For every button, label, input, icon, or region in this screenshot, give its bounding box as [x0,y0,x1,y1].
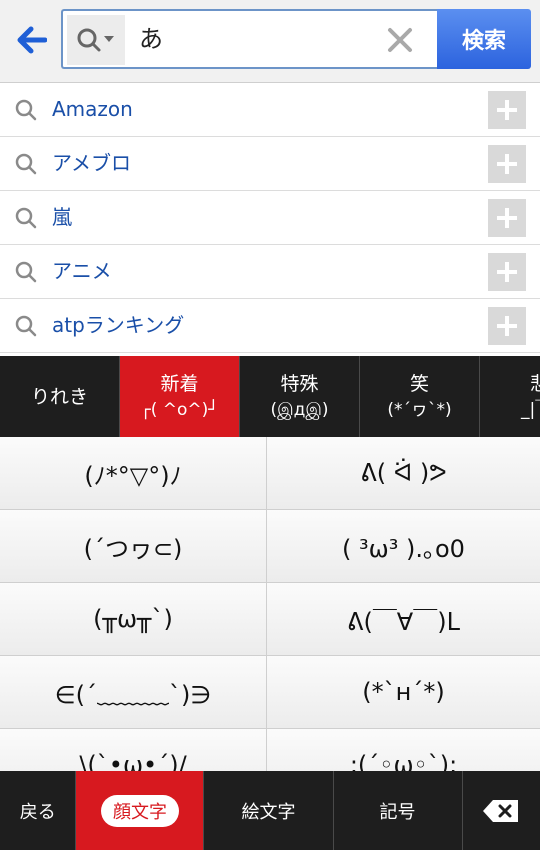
tab-emoji[interactable]: 絵文字 [204,771,334,850]
search-field[interactable]: あ [61,9,437,69]
kaomoji-cell[interactable]: ( ³ω³ ).｡o0 [267,510,540,583]
kaomoji-cell[interactable]: (╥ω╥`) [0,583,267,656]
tab-sample-kaomoji: _|￣| [521,399,540,420]
kaomoji-grid: (ﾉ*°▽°)ﾉ ᕕ( ᐛ )ᕗ (´つヮ⊂) ( ³ω³ ).｡o0 (╥ω╥… [0,437,540,771]
suggestion-list: Amazon アメブロ 嵐 アニメ atpランキング [0,83,540,353]
back-button[interactable]: 戻る [0,771,77,850]
plus-icon [497,154,517,174]
suggestion-text: atpランキング [52,313,185,337]
tab-sample-kaomoji: (இдஇ) [270,399,329,420]
backspace-icon [483,799,519,822]
add-suggestion-button[interactable] [488,253,526,291]
tab-special[interactable]: 特殊 (இдஇ) [240,356,360,437]
tab-laugh[interactable]: 笑 (*´ヮ`*) [360,356,480,437]
kaomoji-cell[interactable]: (*`ʜ´*) [267,656,540,729]
kaomoji-cell[interactable]: ∈(´﹏﹏﹏`)∋ [0,656,267,729]
suggestion-text: アメブロ [52,151,131,175]
suggestion-item[interactable]: atpランキング [0,299,540,353]
search-icon [15,99,37,121]
suggestion-text: Amazon [52,97,133,121]
kaomoji-cell[interactable]: (´つヮ⊂) [0,510,267,583]
tab-label: 新着 [160,372,199,395]
kaomoji-category-tabs: りれき 新着 ┌( ^o^)┘ 特殊 (இдஇ) 笑 (*´ヮ`*) 悲 _|￣… [0,356,540,437]
tab-new[interactable]: 新着 ┌( ^o^)┘ [120,356,240,437]
search-icon [15,153,37,175]
tab-kaomoji[interactable]: 顔文字 [76,771,205,850]
back-arrow-icon[interactable] [10,18,54,62]
suggestion-item[interactable]: アメブロ [0,137,540,191]
tab-symbols[interactable]: 記号 [334,771,463,850]
search-header: あ 検索 [0,0,540,83]
search-scope-dropdown[interactable] [67,15,125,65]
tab-history[interactable]: りれき [0,356,120,437]
backspace-button[interactable] [463,771,540,850]
search-icon [15,315,37,337]
suggestion-text: 嵐 [52,205,72,229]
kaomoji-cell[interactable]: \(`•ω•´)/ [0,729,267,771]
add-suggestion-button[interactable] [488,91,526,129]
tab-label: 悲 [529,372,540,395]
search-icon [15,261,37,283]
search-icon [15,207,37,229]
kaomoji-cell[interactable]: (ﾉ*°▽°)ﾉ [0,437,267,510]
suggestion-text: アニメ [52,259,112,283]
clear-icon[interactable] [385,25,415,55]
kaomoji-cell[interactable]: ᕕ( ᐛ )ᕗ [267,437,540,510]
tab-sample-kaomoji: (*´ヮ`*) [387,399,452,420]
plus-icon [497,262,517,282]
suggestion-item[interactable]: Amazon [0,83,540,137]
suggestion-item[interactable]: 嵐 [0,191,540,245]
suggestion-item[interactable]: アニメ [0,245,540,299]
add-suggestion-button[interactable] [488,199,526,237]
plus-icon [497,100,517,120]
search-button[interactable]: 検索 [437,9,531,69]
add-suggestion-button[interactable] [488,307,526,345]
tab-kaomoji-label: 顔文字 [100,794,179,827]
tab-sample-kaomoji: ┌( ^o^)┘ [140,399,219,420]
search-input[interactable]: あ [139,21,163,57]
tab-sad[interactable]: 悲 _|￣| [480,356,540,437]
tab-label: 笑 [409,372,429,395]
add-suggestion-button[interactable] [488,145,526,183]
kaomoji-cell[interactable]: ᕕ(￣∀￣)ᒪ [267,583,540,656]
kaomoji-cell[interactable]: :(´◦ω◦`): [267,729,540,771]
plus-icon [497,208,517,228]
tab-label: 特殊 [280,372,319,395]
tab-label: りれき [30,385,88,408]
magnifier-dropdown-icon [77,28,114,52]
keyboard-bottom-bar: 戻る 顔文字 絵文字 記号 [0,771,540,850]
plus-icon [497,316,517,336]
